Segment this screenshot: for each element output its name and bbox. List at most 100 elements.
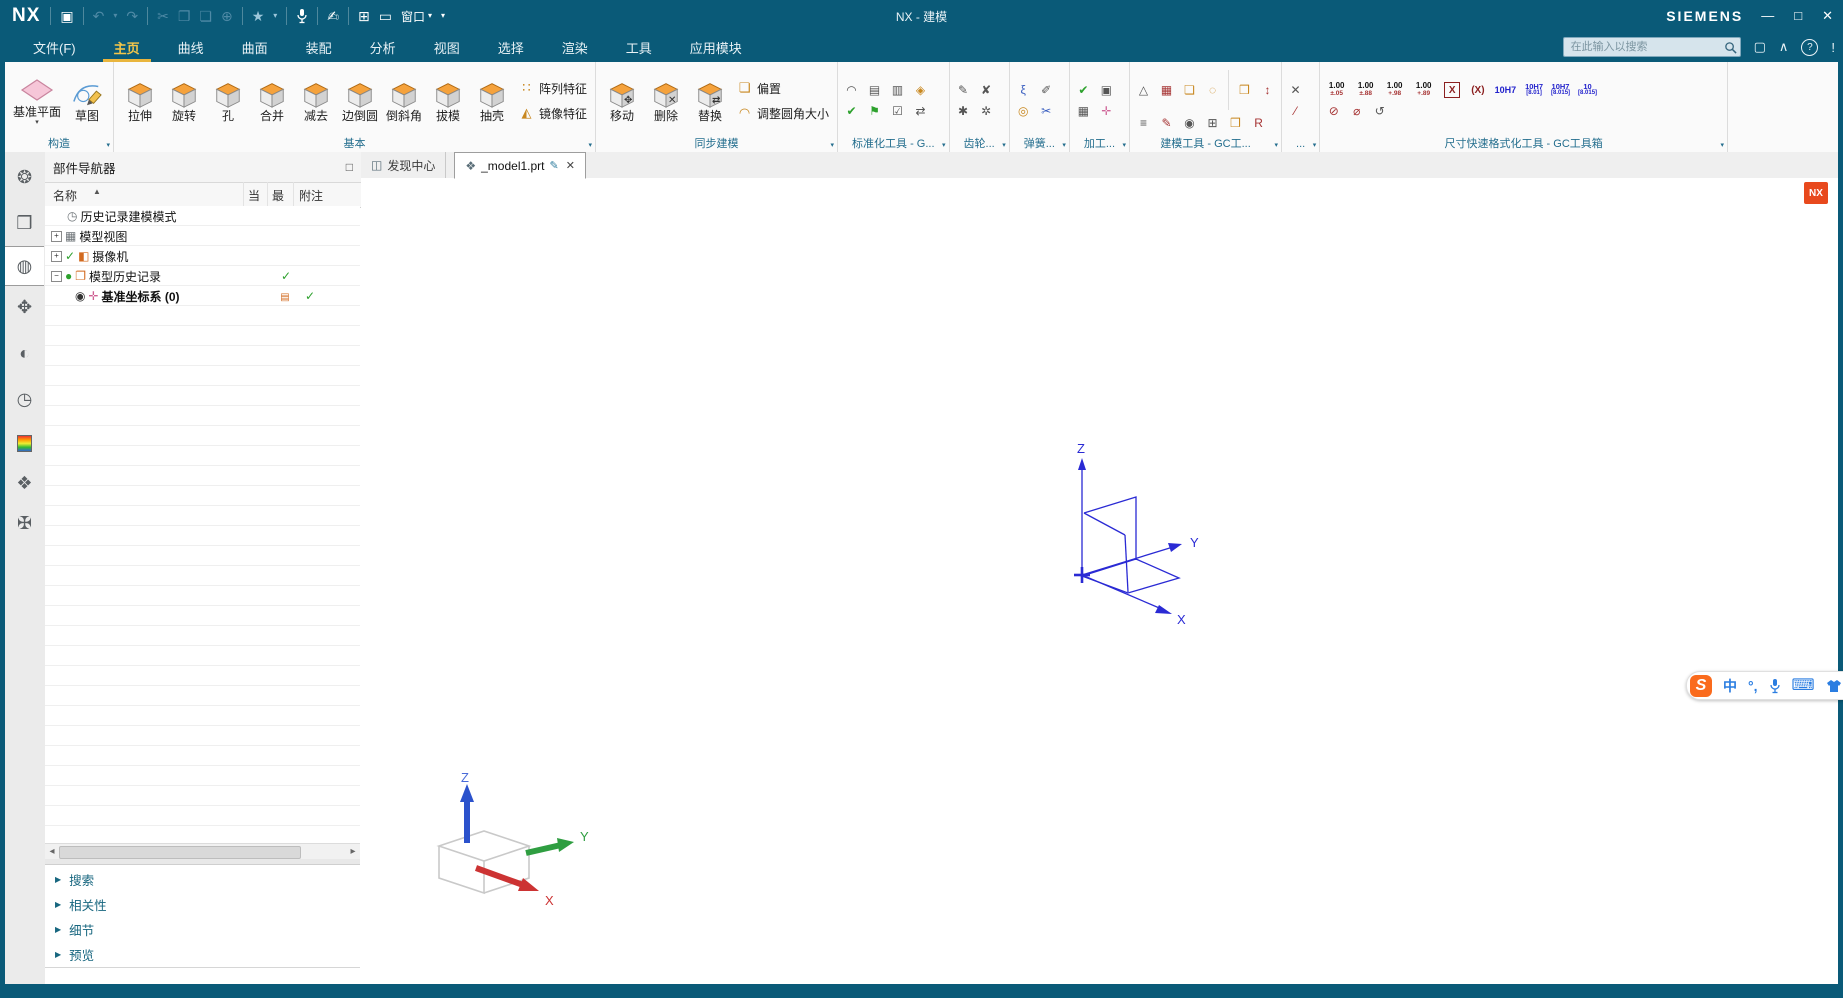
surface-check-icon[interactable]: ◠ <box>842 82 861 99</box>
menu-tab-tools[interactable]: 工具 <box>607 32 671 62</box>
unite-button[interactable]: 合并 <box>250 79 294 123</box>
shell-button[interactable]: 抽壳 <box>470 79 514 123</box>
gear-edit-icon[interactable]: ✱ <box>954 103 973 120</box>
menu-tab-select[interactable]: 选择 <box>479 32 543 62</box>
box-add-icon[interactable]: ⊞ <box>1203 114 1222 131</box>
group-label-spring[interactable]: 弹簧...▾ <box>1010 137 1069 152</box>
group-label-gear[interactable]: 齿轮...▾ <box>950 137 1009 152</box>
flag-check-icon[interactable]: ⚑ <box>865 103 884 120</box>
section-details[interactable]: ▶细节 <box>45 917 360 943</box>
tolerance-style-button[interactable]: 1.00+.98 <box>1382 82 1407 98</box>
move-face-button[interactable]: ✥移动 <box>600 79 644 123</box>
expander-icon[interactable]: + <box>51 251 62 262</box>
column-latest[interactable]: 最 <box>272 187 284 204</box>
tree-row-cameras[interactable]: + ✓ ◧ 摄像机 <box>45 246 360 266</box>
move-rotate-icon[interactable]: ⊕ <box>221 9 233 23</box>
tree-row-model-history[interactable]: − ● ❐ 模型历史记录 ✓ <box>45 266 360 286</box>
tree-row-history-mode[interactable]: ◷ 历史记录建模模式 <box>45 206 360 226</box>
minimize-button[interactable]: — <box>1761 8 1774 24</box>
group-label-standard-tools[interactable]: 标准化工具 - G...▾ <box>838 137 949 152</box>
table-edit-icon[interactable]: ▦ <box>1074 103 1093 120</box>
chevron-down-icon[interactable]: ▾ <box>1275 139 1279 153</box>
ime-microphone-icon[interactable] <box>1769 678 1781 694</box>
check-icon[interactable]: ✔ <box>1074 82 1093 99</box>
revolve-button[interactable]: 旋转 <box>162 79 206 123</box>
web-browser-icon[interactable]: ◐ <box>5 334 44 372</box>
table-icon[interactable]: ▦ <box>1157 82 1176 99</box>
visual-reports-icon[interactable]: ❖ <box>5 464 44 502</box>
cascade-windows-icon[interactable]: ⊞ <box>358 9 370 23</box>
draft-button[interactable]: 拔模 <box>426 79 470 123</box>
subtract-button[interactable]: 减去 <box>294 79 338 123</box>
maximize-button[interactable]: □ <box>1794 8 1802 24</box>
group-label-synchronous[interactable]: 同步建模▾ <box>596 137 837 152</box>
note-icon[interactable]: ≡ <box>1134 114 1153 131</box>
mirror-feature-button[interactable]: ◭镜像特征 <box>518 105 587 122</box>
search-input[interactable] <box>1569 40 1724 54</box>
tab-close-icon[interactable]: ✕ <box>566 159 575 172</box>
undo-icon[interactable]: ↶ <box>93 9 105 23</box>
scrollbar-thumb[interactable] <box>59 846 301 859</box>
menu-tab-view[interactable]: 视图 <box>415 32 479 62</box>
x-pen-icon[interactable]: ✘ <box>977 82 996 99</box>
sort-asc-icon[interactable]: ▲ <box>93 187 101 196</box>
dim-height-icon[interactable]: ↕ <box>1258 82 1277 99</box>
column-name[interactable]: 名称 <box>53 187 77 204</box>
gears-icon[interactable]: ✲ <box>977 103 996 120</box>
expander-icon[interactable]: + <box>51 231 62 242</box>
panel-resize-handle[interactable] <box>45 859 360 865</box>
folder-search-icon[interactable]: ◌ <box>1203 82 1222 99</box>
extrude-button[interactable]: 拉伸 <box>118 79 162 123</box>
menu-tab-assembly[interactable]: 装配 <box>287 32 351 62</box>
chevron-down-icon[interactable]: ▾ <box>106 139 110 153</box>
alert-icon[interactable]: ! <box>1831 40 1835 55</box>
chevron-down-icon[interactable]: ▾ <box>1721 139 1725 153</box>
group-label-machining[interactable]: 加工...▾ <box>1070 137 1129 152</box>
scroll-left-icon[interactable]: ◂ <box>45 844 59 859</box>
folder-add-icon[interactable]: ❏ <box>1180 82 1199 99</box>
menu-tab-analysis[interactable]: 分析 <box>351 32 415 62</box>
window-layout-icon[interactable]: ▭ <box>379 9 392 23</box>
ime-language-mode[interactable]: 中 <box>1723 679 1737 693</box>
pattern-feature-button[interactable]: ∷阵列特征 <box>518 80 587 97</box>
tolerance-style-button[interactable]: 1.00+.89 <box>1411 82 1436 98</box>
fullscreen-icon[interactable]: ▢ <box>1754 39 1766 55</box>
part-navigator-icon[interactable]: ◍ <box>5 246 44 286</box>
sogou-logo-icon[interactable]: S <box>1690 675 1712 697</box>
menu-tab-curve[interactable]: 曲线 <box>159 32 223 62</box>
section-preview[interactable]: ▶预览 <box>45 942 360 968</box>
delete-face-button[interactable]: ✕删除 <box>644 79 688 123</box>
slash-dim-icon[interactable]: ⁄ <box>1286 103 1305 120</box>
boxed-dim-button[interactable]: X <box>1444 82 1460 98</box>
group-label-modeling-tools[interactable]: 建模工具 - GC工...▾ <box>1130 137 1281 152</box>
tab-discovery-center[interactable]: ◫ 发现中心 <box>361 152 446 178</box>
spring-icon[interactable]: ξ <box>1014 82 1033 99</box>
brush-dim-icon[interactable]: ✎ <box>1157 114 1176 131</box>
x-mark-icon[interactable]: ✕ <box>1286 82 1305 99</box>
command-search[interactable] <box>1563 37 1741 57</box>
dimension-pen-icon[interactable]: ✎ <box>954 82 973 99</box>
column-current[interactable]: 当 <box>248 187 260 204</box>
assembly-navigator-icon[interactable]: ❒ <box>5 204 44 242</box>
menu-tab-file[interactable]: 文件(F) <box>14 32 95 62</box>
group-label-basic[interactable]: 基本▾ <box>114 137 595 152</box>
section-search[interactable]: ▶搜索 <box>45 867 360 893</box>
cut-icon[interactable]: ✂ <box>157 9 169 23</box>
chevron-down-icon[interactable]: ▾ <box>942 139 946 153</box>
toolbar-more-icon[interactable]: ▾ <box>441 9 445 23</box>
replace-face-button[interactable]: ⇄替换 <box>688 79 732 123</box>
scissors-icon[interactable]: ✂ <box>1037 103 1056 120</box>
fit-tolerance-button[interactable]: 10[8.015] <box>1578 83 1597 97</box>
save-icon[interactable]: ▣ <box>60 9 73 23</box>
menu-tab-surface[interactable]: 曲面 <box>223 32 287 62</box>
fit-tolerance-button[interactable]: 10H7[8.01] <box>1525 83 1543 97</box>
spring-draw-icon[interactable]: ✐ <box>1037 82 1056 99</box>
section-dependencies[interactable]: ▶相关性 <box>45 892 360 918</box>
nx-news-badge[interactable]: NX <box>1804 182 1828 204</box>
chamfer-button[interactable]: 倒斜角 <box>382 79 426 123</box>
tree-row-model-views[interactable]: + ▦ 模型视图 <box>45 226 360 246</box>
close-button[interactable]: ✕ <box>1822 8 1833 24</box>
paste-icon[interactable]: ❏ <box>199 9 212 23</box>
layers-icon[interactable]: ▤ <box>865 82 884 99</box>
blocks2-icon[interactable]: ❒ <box>1226 114 1245 131</box>
